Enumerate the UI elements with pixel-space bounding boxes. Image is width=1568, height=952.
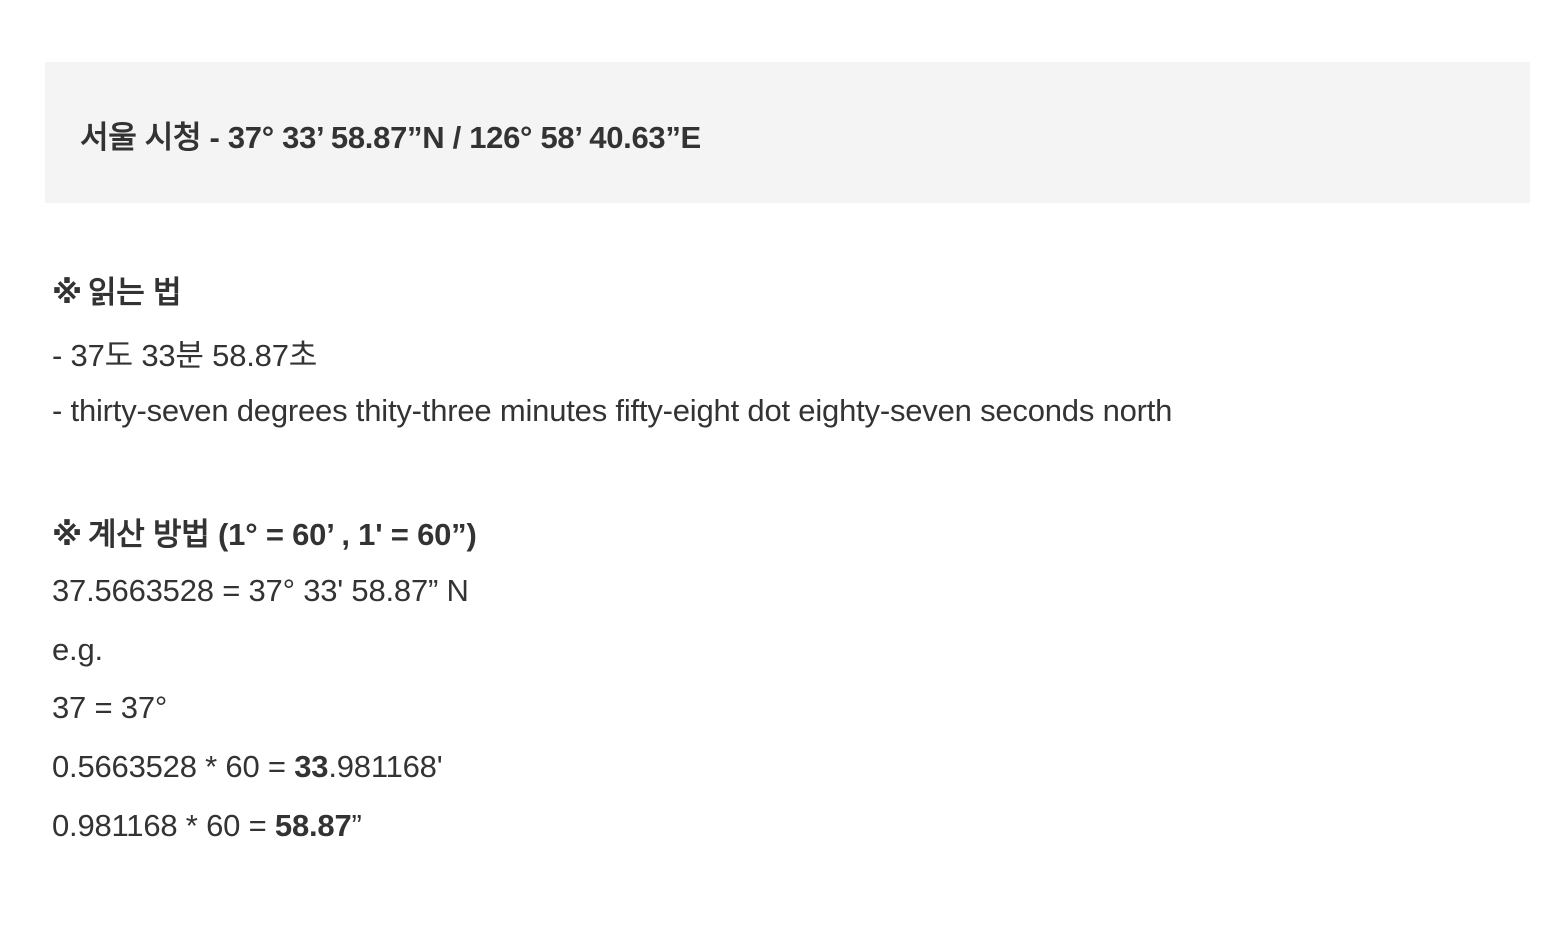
- coordinate-callout-text: 서울 시청 - 37° 33’ 58.87”N / 126° 58’ 40.63…: [80, 120, 701, 155]
- calc-step3-suffix: ”: [351, 808, 362, 843]
- calc-heading-label: 계산 방법 (1° = 60’ , 1' = 60”): [87, 517, 477, 552]
- reference-mark-icon: ※: [52, 517, 82, 552]
- calc-step1-line: 37 = 37°: [52, 690, 168, 725]
- calc-result-line: 37.5663528 = 37° 33' 58.87” N: [52, 573, 469, 608]
- calc-step2-prefix: 0.5663528 * 60 =: [52, 749, 295, 784]
- calc-step2-line: 0.5663528 * 60 = 33.981168': [52, 749, 443, 785]
- calc-step2-suffix: .981168': [328, 749, 443, 784]
- calc-heading: ※ 계산 방법 (1° = 60’ , 1' = 60”): [52, 509, 477, 554]
- reading-english-line: - thirty-seven degrees thity-three minut…: [52, 393, 1173, 428]
- calc-step3-line: 0.981168 * 60 = 58.87”: [52, 808, 362, 844]
- reference-mark-icon: ※: [52, 275, 82, 310]
- reading-heading-label: 읽는 법: [87, 275, 182, 310]
- coordinate-callout-box: 서울 시청 - 37° 33’ 58.87”N / 126° 58’ 40.63…: [45, 62, 1530, 203]
- calc-step2-bold: 33: [294, 749, 329, 784]
- reading-korean-line: - 37도 33분 58.87초: [52, 338, 318, 373]
- calc-step3-prefix: 0.981168 * 60 =: [52, 808, 275, 843]
- reading-heading: ※ 읽는 법: [52, 267, 182, 312]
- calc-step3-bold: 58.87: [274, 808, 352, 843]
- calc-eg-line: e.g.: [52, 632, 103, 667]
